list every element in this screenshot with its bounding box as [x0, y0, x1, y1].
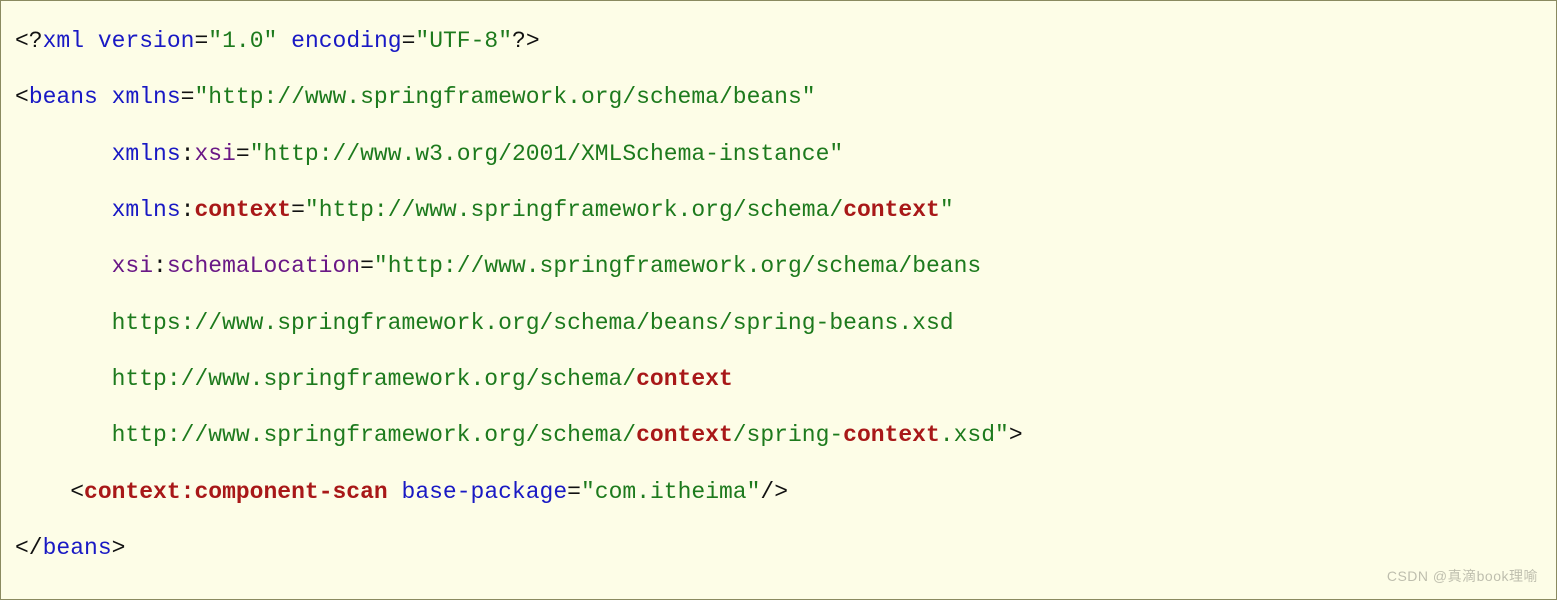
- xsi-val: http://www.w3.org/2001/XMLSchema-instanc…: [264, 141, 830, 167]
- sl-val4-mid: /spring-: [733, 422, 843, 448]
- context-word: context: [636, 422, 733, 448]
- context-word: context: [843, 197, 940, 223]
- q: ": [498, 28, 512, 54]
- q: ": [829, 141, 843, 167]
- eq: =: [402, 28, 416, 54]
- schema-location-attr: schemaLocation: [167, 253, 360, 279]
- q: ": [264, 28, 278, 54]
- colon: :: [181, 141, 195, 167]
- q: ": [305, 197, 319, 223]
- q: ": [581, 479, 595, 505]
- lt: <: [15, 84, 29, 110]
- context-prefix: context: [194, 197, 291, 223]
- colon: :: [181, 479, 195, 505]
- eq: =: [194, 28, 208, 54]
- component-scan-tag: component-scan: [194, 479, 387, 505]
- eq: =: [360, 253, 374, 279]
- context-word: context: [636, 366, 733, 392]
- encoding-attr: encoding: [291, 28, 401, 54]
- colon: :: [153, 253, 167, 279]
- gt: >: [112, 535, 126, 561]
- q: ": [415, 28, 429, 54]
- eq: =: [567, 479, 581, 505]
- context-val-pre: http://www.springframework.org/schema/: [319, 197, 844, 223]
- gt: >: [1009, 422, 1023, 448]
- colon: :: [181, 197, 195, 223]
- encoding-val: UTF-8: [429, 28, 498, 54]
- xmlns-prefix: xmlns: [112, 141, 181, 167]
- pi-open: <?: [15, 28, 43, 54]
- sl-val4-suf: .xsd: [940, 422, 995, 448]
- close-lt: </: [15, 535, 43, 561]
- xsi-prefix: xsi: [112, 253, 153, 279]
- eq: =: [236, 141, 250, 167]
- sl-val1: http://www.springframework.org/schema/be…: [388, 253, 982, 279]
- eq: =: [291, 197, 305, 223]
- q: ": [250, 141, 264, 167]
- q: ": [802, 84, 816, 110]
- sl-val3-pre: http://www.springframework.org/schema/: [112, 366, 637, 392]
- base-package-val: com.itheima: [595, 479, 747, 505]
- xml-code-block: <?xml version="1.0" encoding="UTF-8"?> <…: [0, 0, 1557, 600]
- q: ": [747, 479, 761, 505]
- pi-close: ?>: [512, 28, 540, 54]
- context-word: context: [843, 422, 940, 448]
- q: ": [194, 84, 208, 110]
- q: ": [940, 197, 954, 223]
- xmlns-attr: xmlns: [112, 84, 181, 110]
- lt: <: [70, 479, 84, 505]
- xsi-prefix: xsi: [194, 141, 235, 167]
- version-attr: version: [98, 28, 195, 54]
- q: ": [995, 422, 1009, 448]
- xml-decl: xml: [43, 28, 84, 54]
- sl-val4-pre: http://www.springframework.org/schema/: [112, 422, 637, 448]
- context-prefix: context: [84, 479, 181, 505]
- xmlns-val: http://www.springframework.org/schema/be…: [208, 84, 802, 110]
- sl-val2: https://www.springframework.org/schema/b…: [112, 310, 954, 336]
- watermark-text: CSDN @真滴book理喻: [1387, 559, 1538, 593]
- version-val: 1.0: [222, 28, 263, 54]
- q: ": [374, 253, 388, 279]
- q: ": [208, 28, 222, 54]
- eq: =: [181, 84, 195, 110]
- self-close: />: [760, 479, 788, 505]
- beans-close-tag: beans: [43, 535, 112, 561]
- base-package-attr: base-package: [402, 479, 568, 505]
- xmlns-prefix: xmlns: [112, 197, 181, 223]
- beans-tag: beans: [29, 84, 98, 110]
